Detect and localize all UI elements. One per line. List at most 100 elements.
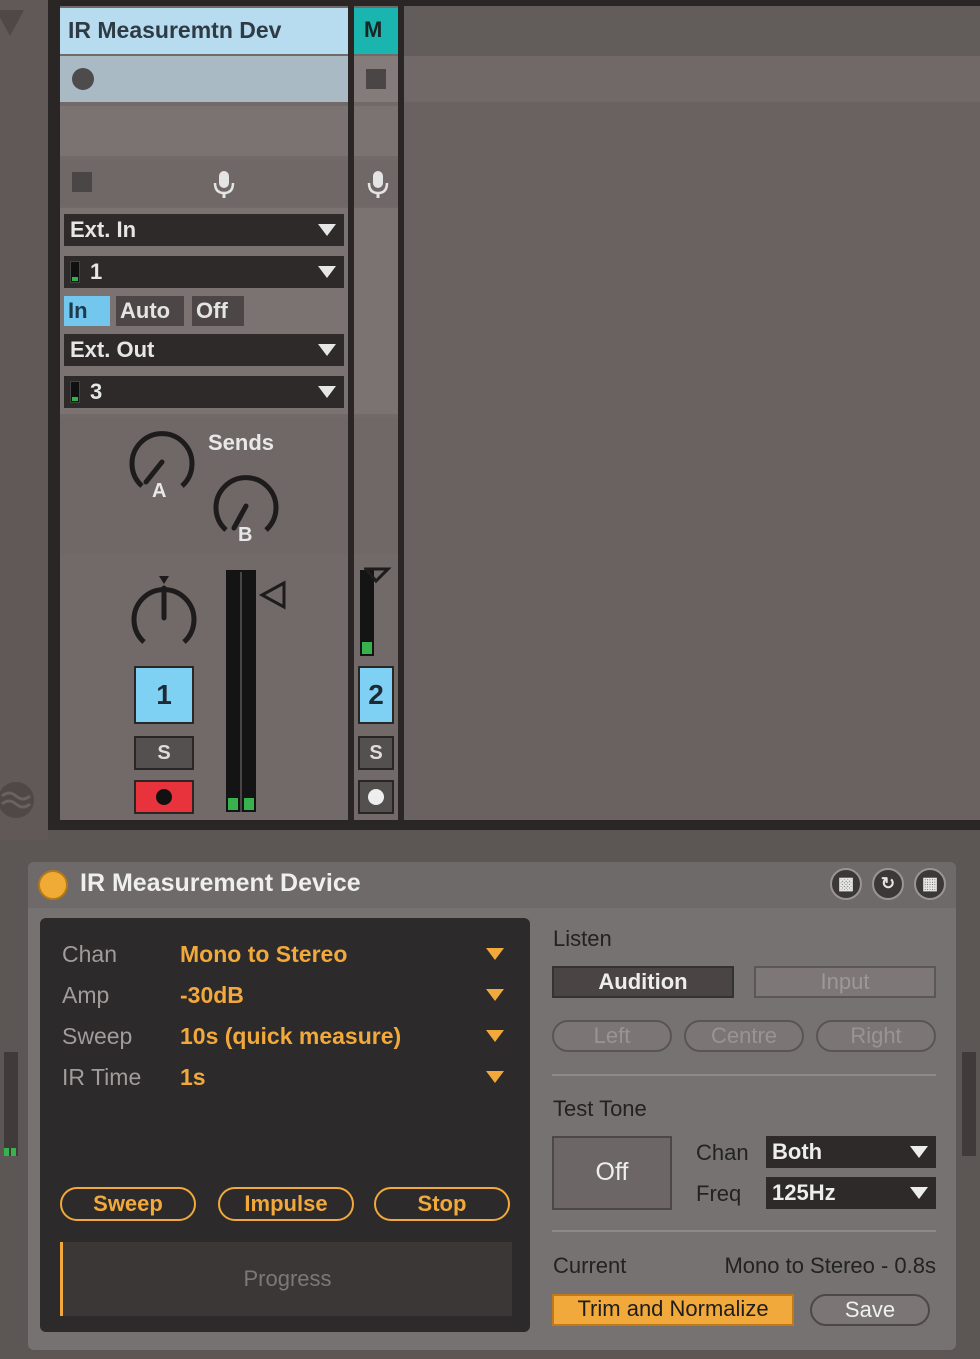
setting-label-ir-time: IR Time [62, 1064, 142, 1090]
track-stop-button[interactable] [72, 172, 92, 192]
track-2-arm-button[interactable] [358, 780, 394, 814]
output-type-dropdown[interactable]: Ext. Out [64, 334, 344, 366]
arrangement-drop-area[interactable] [404, 102, 980, 820]
hot-swap-icon[interactable]: ↻ [872, 868, 904, 900]
browser-toggle-icon[interactable] [0, 6, 34, 42]
record-icon [156, 789, 172, 805]
save-button[interactable]: Save [810, 1294, 930, 1326]
output-type-value: Ext. Out [70, 337, 155, 362]
chevron-down-icon [318, 344, 336, 356]
groove-pool-icon[interactable] [0, 780, 36, 820]
output-channel-value: 3 [90, 379, 103, 404]
monitor-auto-button[interactable]: Auto [116, 296, 184, 326]
fader-handle-icon[interactable] [258, 580, 288, 610]
stop-button[interactable]: Stop [374, 1187, 510, 1221]
track-1-title[interactable]: IR Measuremtn Dev [60, 8, 348, 54]
sweep-button[interactable]: Sweep [60, 1187, 196, 1221]
track-2-activator[interactable]: 2 [358, 666, 394, 724]
divider [552, 1230, 936, 1232]
device-input-meter [4, 1052, 18, 1156]
chevron-down-icon[interactable] [486, 1030, 504, 1042]
test-tone-label: Test Tone [553, 1096, 647, 1121]
tone-chan-value: Both [772, 1139, 823, 1164]
track-2-title[interactable]: M [354, 8, 398, 54]
track-1-stop-row [60, 160, 348, 206]
track-1-activator[interactable]: 1 [134, 666, 194, 724]
track-2-level-meter [362, 642, 372, 654]
trim-normalize-button[interactable]: Trim and Normalize [552, 1294, 794, 1326]
current-label: Current [553, 1253, 627, 1278]
left-gutter [0, 0, 48, 840]
level-meter-left [228, 798, 238, 810]
setting-value-sweep[interactable]: 10s (quick measure) [180, 1023, 401, 1050]
device-title: IR Measurement Device [80, 869, 361, 897]
send-b-label: B [238, 524, 253, 546]
empty-clip-slot[interactable] [60, 106, 348, 156]
sends-label: Sends [208, 430, 275, 455]
fader-divider [240, 572, 242, 812]
microphone-icon[interactable] [366, 170, 390, 200]
listen-left-button[interactable]: Left [552, 1020, 672, 1052]
setting-label-sweep: Sweep [62, 1023, 133, 1049]
microphone-icon[interactable] [212, 170, 236, 200]
device-output-meter [962, 1052, 976, 1156]
listen-label: Listen [553, 926, 612, 951]
divider [552, 1074, 936, 1076]
listen-centre-button[interactable]: Centre [684, 1020, 804, 1052]
impulse-button[interactable]: Impulse [218, 1187, 354, 1221]
track-2-io-section [354, 208, 398, 414]
setting-label-chan: Chan [62, 941, 117, 967]
setting-value-ir-time[interactable]: 1s [180, 1064, 206, 1091]
record-icon [368, 789, 384, 805]
output-level-icon [70, 381, 80, 403]
setting-value-amp[interactable]: -30dB [180, 982, 244, 1009]
tone-chan-label: Chan [696, 1140, 749, 1165]
clip-record-button[interactable] [72, 68, 94, 90]
track-1-arm-button[interactable] [134, 780, 194, 814]
device-chain-icon[interactable]: ▩ [830, 868, 862, 900]
tone-chan-dropdown[interactable]: Both [766, 1136, 936, 1168]
chevron-down-icon [910, 1187, 928, 1199]
sends-section [60, 418, 348, 554]
device-power-button[interactable] [38, 870, 68, 900]
chevron-down-icon[interactable] [486, 1071, 504, 1083]
track-2-sends-section [354, 418, 398, 554]
listen-right-button[interactable]: Right [816, 1020, 936, 1052]
clip-stop-button[interactable] [366, 69, 386, 89]
chevron-down-icon[interactable] [486, 948, 504, 960]
fader-handle-icon[interactable] [364, 566, 394, 596]
send-a-label: A [152, 480, 167, 502]
arrangement-clip-row[interactable] [404, 56, 980, 102]
monitor-off-button[interactable]: Off [192, 296, 244, 326]
setting-value-chan[interactable]: Mono to Stereo [180, 941, 347, 968]
chevron-down-icon [318, 386, 336, 398]
current-value: Mono to Stereo - 0.8s [724, 1253, 936, 1278]
setting-label-amp: Amp [62, 982, 110, 1008]
test-tone-off-button[interactable]: Off [552, 1136, 672, 1210]
chevron-down-icon [910, 1146, 928, 1158]
tone-freq-label: Freq [696, 1181, 742, 1206]
tone-freq-dropdown[interactable]: 125Hz [766, 1177, 936, 1209]
clip-slot[interactable] [60, 56, 348, 102]
input-channel-value: 1 [90, 259, 103, 284]
save-preset-icon[interactable]: ▦ [914, 868, 946, 900]
input-level-icon [70, 261, 80, 283]
monitor-in-button[interactable]: In [64, 296, 110, 326]
output-channel-dropdown[interactable]: 3 [64, 376, 344, 408]
audition-button[interactable]: Audition [552, 966, 734, 998]
progress-bar: Progress [60, 1242, 512, 1316]
device-input-meter-right [11, 1148, 16, 1156]
chevron-down-icon [318, 266, 336, 278]
track-2-solo-button[interactable]: S [358, 736, 394, 770]
input-channel-dropdown[interactable]: 1 [64, 256, 344, 288]
pan-knob[interactable] [126, 572, 202, 654]
chevron-down-icon [318, 224, 336, 236]
arrangement-header-row [404, 6, 980, 56]
track-1-solo-button[interactable]: S [134, 736, 194, 770]
level-meter-right [244, 798, 254, 810]
input-button[interactable]: Input [754, 966, 936, 998]
chevron-down-icon[interactable] [486, 989, 504, 1001]
input-type-value: Ext. In [70, 217, 137, 242]
input-type-dropdown[interactable]: Ext. In [64, 214, 344, 246]
track-2-empty-clip-slot[interactable] [354, 106, 398, 156]
